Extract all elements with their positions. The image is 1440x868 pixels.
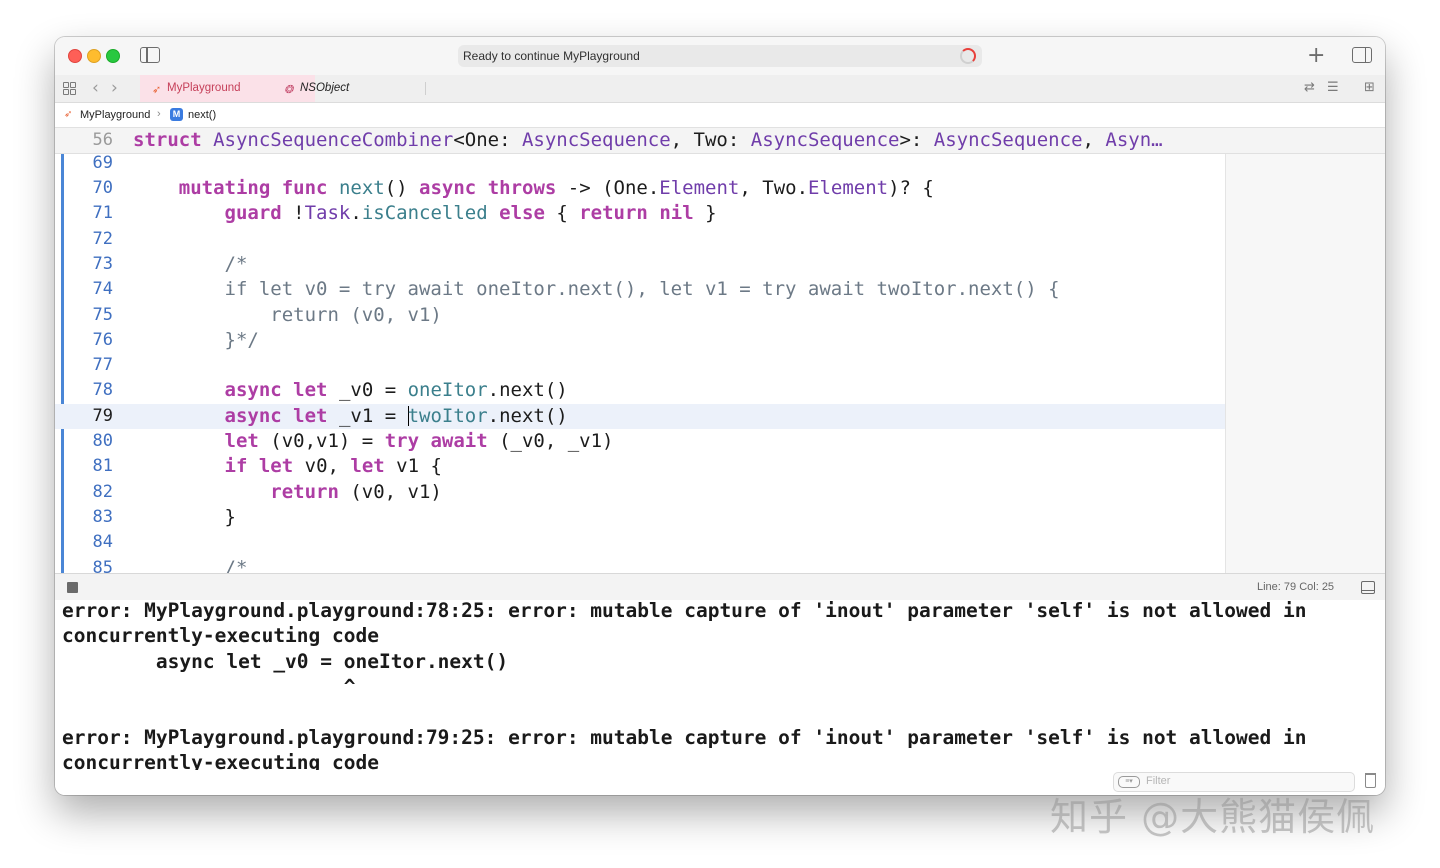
code-line[interactable]: 73 /* — [55, 252, 1225, 277]
code-line[interactable]: 84 — [55, 530, 1225, 555]
code-line[interactable]: 80 let (v0,v1) = try await (_v0, _v1) — [55, 429, 1225, 454]
code-line[interactable]: 76 }*/ — [55, 328, 1225, 353]
code-text: if let v0, let v1 { — [224, 455, 442, 478]
jump-bar: ➶ MyPlayground › M next() — [55, 103, 1385, 128]
method-badge-icon: M — [170, 108, 183, 121]
tab-label: NSObject — [300, 82, 350, 94]
code-text: return (v0, v1) — [270, 480, 442, 503]
line-number: 74 — [92, 279, 113, 300]
code-line[interactable]: 78 async let _v0 = oneItor.next() — [55, 378, 1225, 403]
swift-icon: ➶ — [64, 109, 73, 120]
code-text: mutating func next() async throws -> (On… — [178, 177, 934, 199]
code-comment: return (v0, v1) — [133, 303, 442, 326]
code-text: async let _v0 = oneItor.next() — [224, 379, 568, 402]
xcode-window: Ready to continue MyPlayground + ‹ › ➶ M… — [55, 37, 1385, 795]
line-number: 56 — [92, 130, 113, 150]
zoom-button[interactable] — [106, 49, 120, 63]
navigator-toggle-icon[interactable] — [140, 47, 160, 63]
activity-viewer: Ready to continue MyPlayground — [458, 45, 982, 67]
source-editor[interactable]: 69 70 mutating func next() async throws … — [55, 154, 1385, 573]
code-line[interactable]: 77 — [55, 353, 1225, 378]
console-output[interactable]: error: MyPlayground.playground:78:25: er… — [55, 600, 1385, 770]
line-number: 79 — [92, 405, 113, 426]
console-line: concurrently-executing code — [62, 750, 379, 770]
breadcrumb-project[interactable]: MyPlayground — [80, 109, 150, 121]
title-bar: Ready to continue MyPlayground + — [55, 37, 1385, 76]
sticky-scope-header[interactable]: 56 struct AsyncSequenceCombiner<One: Asy… — [55, 128, 1385, 154]
line-number: 73 — [92, 253, 113, 274]
editor-options-icon[interactable]: ☰ — [1327, 80, 1339, 95]
code-line[interactable]: 69 — [55, 154, 1225, 176]
code-comment: /* — [133, 556, 248, 574]
console-line: ^ — [62, 674, 356, 698]
line-number: 82 — [92, 481, 113, 502]
tab-label: MyPlayground — [167, 82, 241, 94]
tab-nsobject[interactable]: ❂ NSObject — [275, 75, 425, 102]
tab-bar: ‹ › ➶ MyPlayground ❂ NSObject ⇄ ☰ ⊞ — [55, 75, 1385, 103]
code-comment: /* — [133, 252, 248, 275]
line-number: 81 — [92, 456, 113, 477]
line-number: 72 — [92, 228, 113, 249]
code-text: async let _v1 = twoItor.next() — [224, 404, 568, 427]
code-line[interactable]: 70 mutating func next() async throws -> … — [55, 176, 1225, 201]
breadcrumb-chevron-icon: › — [157, 108, 161, 120]
console-line: error: MyPlayground.playground:78:25: er… — [62, 600, 1307, 622]
add-icon[interactable]: + — [1307, 43, 1325, 68]
line-number: 76 — [92, 329, 113, 350]
console-line: async let _v0 = oneItor.next() — [62, 649, 509, 673]
code-line[interactable]: 71 guard !Task.isCancelled else { return… — [55, 201, 1225, 226]
progress-spinner-icon — [960, 48, 976, 64]
line-number: 77 — [92, 355, 113, 376]
console-line: error: MyPlayground.playground:79:25: er… — [62, 725, 1307, 749]
line-number: 83 — [92, 506, 113, 527]
inspector-toggle-icon[interactable] — [1352, 47, 1372, 63]
code-comment: }*/ — [133, 328, 259, 351]
line-number: 80 — [92, 431, 113, 451]
code-text: let (v0,v1) = try await (_v0, _v1) — [224, 430, 614, 452]
code-line[interactable]: 74 if let v0 = try await oneItor.next(),… — [55, 277, 1225, 302]
watermark: 知乎 @大熊猫侯佩 — [1050, 795, 1376, 839]
related-items-grid-icon[interactable] — [63, 82, 76, 95]
code-line[interactable]: 81 if let v0, let v1 { — [55, 454, 1225, 479]
swift-icon: ➶ — [152, 84, 162, 96]
code-text: guard !Task.isCancelled else { return ni… — [224, 202, 717, 225]
code-line[interactable]: 85 /* — [55, 556, 1225, 574]
forward-chevron-icon[interactable]: › — [111, 78, 118, 98]
cursor-position: Line: 79 Col: 25 — [1257, 581, 1335, 593]
line-number: 71 — [92, 203, 113, 224]
current-code-line[interactable]: 79 async let _v1 = twoItor.next() — [55, 403, 1225, 429]
class-icon: ❂ — [284, 84, 294, 96]
line-number: 84 — [92, 532, 113, 553]
breadcrumb-function[interactable]: next() — [188, 109, 216, 121]
stop-icon[interactable] — [67, 582, 78, 593]
back-chevron-icon[interactable]: ‹ — [92, 78, 99, 98]
code-line[interactable]: 82 return (v0, v1) — [55, 480, 1225, 505]
code-line[interactable]: 83 } — [55, 505, 1225, 530]
minimize-button[interactable] — [87, 49, 101, 63]
line-number: 85 — [92, 557, 113, 574]
console-line: concurrently-executing code — [62, 624, 379, 648]
code-text: } — [133, 505, 236, 528]
line-number: 70 — [92, 178, 113, 198]
activity-status: Ready to continue MyPlayground — [463, 49, 640, 63]
line-number: 75 — [92, 304, 113, 325]
close-button[interactable] — [68, 49, 82, 63]
code-comment: if let v0 = try await oneItor.next(), le… — [133, 278, 1060, 301]
debug-bar: Line: 79 Col: 25 — [55, 573, 1385, 601]
line-number: 78 — [92, 380, 113, 401]
toggle-console-icon[interactable] — [1361, 581, 1375, 594]
sticky-code: struct AsyncSequenceCombiner<One: AsyncS… — [133, 129, 1163, 151]
split-editor-icon[interactable]: ⊞ — [1364, 80, 1375, 95]
code-line[interactable]: 72 — [55, 227, 1225, 252]
code-line[interactable]: 75 return (v0, v1) — [55, 303, 1225, 328]
line-number: 69 — [92, 154, 113, 173]
tab-divider — [425, 82, 426, 95]
swap-arrows-icon[interactable]: ⇄ — [1304, 80, 1315, 95]
minimap[interactable] — [1225, 154, 1385, 573]
